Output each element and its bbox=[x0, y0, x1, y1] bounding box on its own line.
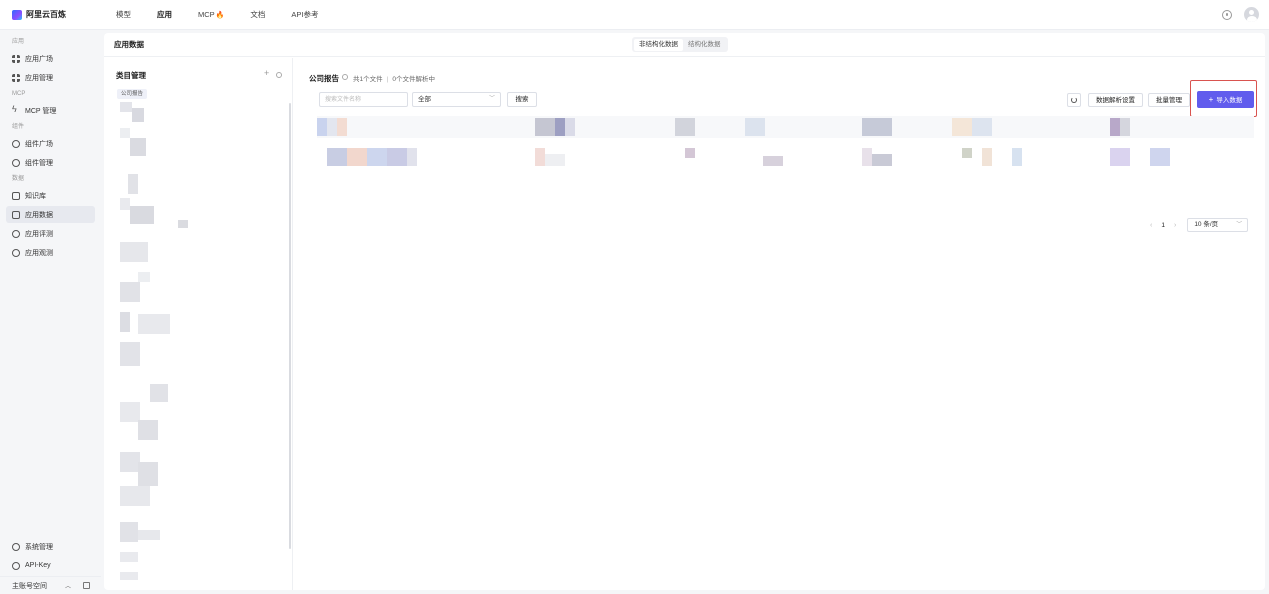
sidebar-section-components: 组件 bbox=[12, 124, 25, 130]
filter-value: 全部 bbox=[418, 96, 431, 103]
main-panel: 应用数据 非结构化数据 结构化数据 类目管理 + 公司报告 公司报告 共1个文件… bbox=[104, 33, 1265, 590]
book-icon bbox=[12, 191, 20, 200]
apps-icon bbox=[12, 73, 20, 82]
sidebar-item-label: 知识库 bbox=[25, 192, 46, 200]
file-stats: 共1个文件 | 0个文件解析中 bbox=[353, 73, 435, 83]
separator: | bbox=[386, 76, 389, 83]
flame-icon: 🔥 bbox=[215, 12, 225, 19]
page-size-value: 10 条/页 bbox=[1194, 221, 1219, 228]
parse-settings-button[interactable]: 数据解析设置 bbox=[1088, 93, 1143, 107]
sidebar-item-app-eval[interactable]: 应用评测 bbox=[6, 225, 95, 242]
key-icon bbox=[12, 561, 20, 570]
file-table-row[interactable] bbox=[317, 146, 1254, 168]
workspace-switcher[interactable]: 主账号空间 ︿ bbox=[0, 576, 101, 594]
settings-gear-icon[interactable] bbox=[1222, 9, 1232, 20]
user-icon bbox=[12, 542, 20, 551]
category-settings-icon[interactable] bbox=[276, 72, 282, 78]
sidebar-item-label: 组件广场 bbox=[25, 140, 53, 148]
sidebar-item-label: 组件管理 bbox=[25, 159, 53, 167]
add-category-icon[interactable]: + bbox=[264, 68, 269, 78]
nav-models[interactable]: 模型 bbox=[116, 9, 131, 20]
chevron-down-icon: ﹀ bbox=[1236, 222, 1243, 228]
highlight-box bbox=[1190, 80, 1257, 117]
category-scrollbar[interactable] bbox=[289, 103, 291, 549]
category-title: 类目管理 bbox=[116, 71, 146, 80]
sidebar-item-app-observe[interactable]: 应用观测 bbox=[6, 244, 95, 261]
sidebar-item-system[interactable]: 系统管理 bbox=[6, 538, 95, 555]
category-item-active[interactable]: 公司报告 bbox=[117, 89, 148, 99]
prev-page-icon[interactable]: ‹ bbox=[1150, 222, 1152, 229]
batch-manage-button[interactable]: 批量管理 bbox=[1148, 93, 1190, 107]
file-count: 共1个文件 bbox=[353, 76, 383, 83]
data-type-segmented: 非结构化数据 结构化数据 bbox=[632, 37, 728, 52]
sidebar-section-data: 数据 bbox=[12, 176, 25, 182]
chevron-down-icon: ﹀ bbox=[488, 96, 495, 102]
nav-api-ref[interactable]: API参考 bbox=[291, 9, 318, 20]
refresh-icon bbox=[1071, 97, 1077, 103]
sidebar-item-label: 系统管理 bbox=[25, 543, 53, 551]
info-icon[interactable] bbox=[342, 74, 348, 80]
logo-icon bbox=[12, 9, 22, 20]
next-page-icon[interactable]: › bbox=[1174, 222, 1176, 229]
sidebar-item-label: 应用管理 bbox=[25, 74, 53, 82]
nav-mcp-label: MCP bbox=[198, 10, 215, 19]
sidebar-item-app-data[interactable]: 应用数据 bbox=[6, 206, 95, 223]
nav-mcp[interactable]: MCP🔥 bbox=[198, 10, 224, 19]
top-navbar: 阿里云百炼 模型 应用 MCP🔥 文档 API参考 bbox=[0, 0, 1269, 30]
component-icon bbox=[12, 139, 20, 148]
sidebar-item-apikey[interactable]: API-Key bbox=[6, 557, 95, 574]
eval-icon bbox=[12, 229, 20, 238]
page-title: 应用数据 bbox=[114, 40, 144, 49]
sidebar-item-label: API-Key bbox=[25, 562, 51, 569]
parsing-count: 0个文件解析中 bbox=[392, 76, 435, 83]
page-size-select[interactable]: 10 条/页 ﹀ bbox=[1187, 218, 1249, 232]
category-panel: 类目管理 + 公司报告 bbox=[104, 58, 293, 590]
page-number[interactable]: 1 bbox=[1161, 222, 1165, 229]
sidebar-item-comp-manage[interactable]: 组件管理 bbox=[6, 154, 95, 171]
file-content-area: 公司报告 共1个文件|0个文件解析中 全部 ﹀ 搜索 数据解析设置 批量管理 +… bbox=[297, 58, 1265, 590]
sidebar-item-comp-square[interactable]: 组件广场 bbox=[6, 135, 95, 152]
tab-structured[interactable]: 结构化数据 bbox=[683, 39, 726, 51]
sidebar-item-label: 应用广场 bbox=[25, 55, 53, 63]
sidebar: 应用 应用广场 应用管理 MCP MCP 管理 组件 组件广场 组件管理 数据 … bbox=[0, 31, 101, 594]
sidebar-item-knowledge[interactable]: 知识库 bbox=[6, 187, 95, 204]
sidebar-item-mcp-manage[interactable]: MCP 管理 bbox=[6, 102, 95, 119]
data-chart-icon bbox=[12, 210, 20, 219]
workspace-label: 主账号空间 bbox=[12, 582, 47, 590]
pagination: ‹ 1 › 10 条/页 ﹀ bbox=[1145, 218, 1249, 232]
content-title: 公司报告 bbox=[309, 74, 339, 83]
chevron-up-icon[interactable]: ︿ bbox=[65, 581, 71, 590]
refresh-button[interactable] bbox=[1067, 93, 1081, 107]
sidebar-section-apps: 应用 bbox=[12, 39, 25, 45]
sidebar-item-app-manage[interactable]: 应用管理 bbox=[6, 69, 95, 86]
blurred-category-list bbox=[118, 102, 198, 582]
component-manage-icon bbox=[12, 158, 20, 167]
status-filter-select[interactable]: 全部 ﹀ bbox=[412, 92, 501, 107]
tab-unstructured[interactable]: 非结构化数据 bbox=[634, 38, 683, 51]
mcp-icon bbox=[12, 104, 20, 115]
collapse-sidebar-icon[interactable] bbox=[83, 582, 91, 589]
brand-logo[interactable]: 阿里云百炼 bbox=[12, 9, 112, 20]
sidebar-item-label: MCP 管理 bbox=[25, 107, 57, 115]
brand-name: 阿里云百炼 bbox=[26, 10, 66, 19]
sidebar-item-label: 应用观测 bbox=[25, 249, 53, 257]
sidebar-item-label: 应用数据 bbox=[25, 211, 53, 219]
search-button[interactable]: 搜索 bbox=[507, 92, 537, 107]
file-table-header bbox=[317, 116, 1254, 138]
sidebar-item-app-square[interactable]: 应用广场 bbox=[6, 50, 95, 67]
file-search-input[interactable] bbox=[319, 92, 408, 107]
sidebar-section-mcp: MCP bbox=[12, 91, 26, 97]
pie-chart-icon bbox=[12, 248, 20, 257]
sidebar-item-label: 应用评测 bbox=[25, 230, 53, 238]
nav-docs[interactable]: 文档 bbox=[250, 9, 265, 20]
user-avatar[interactable] bbox=[1244, 7, 1259, 22]
grid-icon bbox=[12, 54, 20, 63]
nav-apps[interactable]: 应用 bbox=[157, 9, 172, 20]
